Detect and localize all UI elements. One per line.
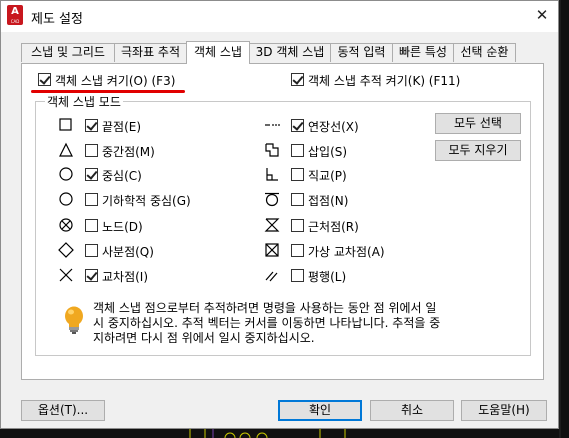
osnap-tracking-label: 객체 스냅 추적 켜기(K) (F11) (308, 74, 461, 88)
intersection-x-icon (59, 268, 73, 282)
lightbulb-icon (65, 306, 83, 334)
tab-polar-tracking[interactable]: 극좌표 추적 (114, 43, 187, 62)
options-button[interactable]: 옵션(T)... (21, 400, 105, 421)
perpendicular-label: 직교(P) (308, 169, 347, 183)
tangent-label: 접점(N) (308, 194, 349, 208)
apparent-intersection-checkbox[interactable] (291, 244, 304, 257)
osnap-on-checkbox[interactable] (38, 73, 51, 86)
clear-all-button[interactable]: 모두 지우기 (435, 140, 521, 161)
tab-object-snap[interactable]: 객체 스냅 (186, 41, 250, 64)
geometric-center-icon (59, 192, 73, 206)
insertion-icon (265, 143, 279, 157)
nearest-icon (264, 218, 280, 232)
center-label: 중심(C) (102, 169, 142, 183)
tangent-checkbox[interactable] (291, 193, 304, 206)
close-icon: ✕ (535, 6, 549, 24)
tab-snap-grid[interactable]: 스냅 및 그리드 (21, 43, 115, 62)
tab-selection-cycling[interactable]: 선택 순환 (453, 43, 516, 62)
title-bar: A CAD 제도 설정 ✕ (1, 1, 558, 32)
intersection-label: 교차점(I) (102, 270, 149, 284)
tab-3d-object-snap[interactable]: 3D 객체 스냅 (249, 43, 331, 62)
osnap-modes-title: 객체 스냅 모드 (45, 93, 123, 110)
quadrant-diamond-icon (58, 242, 74, 258)
node-icon (59, 218, 73, 232)
node-label: 노드(D) (102, 220, 143, 234)
drafting-settings-dialog: A CAD 제도 설정 ✕ 스냅 및 그리드 극좌표 추적 객체 스냅 3D 객… (0, 0, 559, 429)
close-button[interactable]: ✕ (528, 3, 556, 27)
tab-dynamic-input[interactable]: 동적 입력 (330, 43, 393, 62)
tab-quick-properties[interactable]: 빠른 특성 (392, 43, 454, 62)
nearest-label: 근처점(R) (308, 220, 359, 234)
parallel-label: 평행(L) (308, 270, 347, 284)
perpendicular-checkbox[interactable] (291, 168, 304, 181)
node-checkbox[interactable] (85, 219, 98, 232)
endpoint-label: 끝점(E) (102, 120, 142, 134)
osnap-tracking-checkbox[interactable] (291, 73, 304, 86)
select-all-button[interactable]: 모두 선택 (435, 113, 521, 134)
center-checkbox[interactable] (85, 168, 98, 181)
osnap-on-label: 객체 스냅 켜기(O) (F3) (55, 74, 176, 88)
perpendicular-icon (266, 168, 278, 181)
extension-icon (265, 124, 280, 126)
parallel-icon (265, 271, 278, 282)
midpoint-checkbox[interactable] (85, 144, 98, 157)
extension-checkbox[interactable] (291, 119, 304, 132)
midpoint-triangle-icon (59, 142, 73, 157)
tangent-icon (265, 192, 279, 207)
help-button[interactable]: 도움말(H) (461, 400, 547, 421)
intersection-checkbox[interactable] (85, 269, 98, 282)
parallel-checkbox[interactable] (291, 269, 304, 282)
quadrant-checkbox[interactable] (85, 244, 98, 257)
nearest-checkbox[interactable] (291, 219, 304, 232)
center-circle-icon (59, 167, 73, 181)
midpoint-label: 중간점(M) (102, 145, 155, 159)
info-line: 객체 스냅 점으로부터 추적하려면 명령을 사용하는 동안 점 위에서 일 (93, 301, 437, 315)
apparent-intersection-label: 가상 교차점(A) (308, 245, 385, 259)
info-line: 시 중지하십시오. 추적 벡터는 커서를 이동하면 나타납니다. 추적을 중 (93, 316, 441, 330)
window-title: 제도 설정 (31, 12, 83, 27)
endpoint-square-icon (59, 118, 72, 131)
geometric-center-checkbox[interactable] (85, 193, 98, 206)
info-message: 객체 스냅 점으로부터 추적하려면 명령을 사용하는 동안 점 위에서 일 시 … (93, 301, 493, 346)
autocad-app-icon: A CAD (7, 5, 23, 25)
insertion-label: 삽입(S) (308, 145, 348, 159)
cancel-button[interactable]: 취소 (370, 400, 454, 421)
apparent-intersection-icon (265, 243, 279, 257)
insertion-checkbox[interactable] (291, 144, 304, 157)
endpoint-checkbox[interactable] (85, 119, 98, 132)
extension-label: 연장선(X) (308, 120, 359, 134)
ok-button[interactable]: 확인 (278, 400, 362, 421)
quadrant-label: 사분점(Q) (102, 245, 154, 259)
info-line: 지하려면 다시 점 위에서 일시 중지하십시오. (93, 331, 315, 345)
geometric-center-label: 기하학적 중심(G) (102, 194, 191, 208)
